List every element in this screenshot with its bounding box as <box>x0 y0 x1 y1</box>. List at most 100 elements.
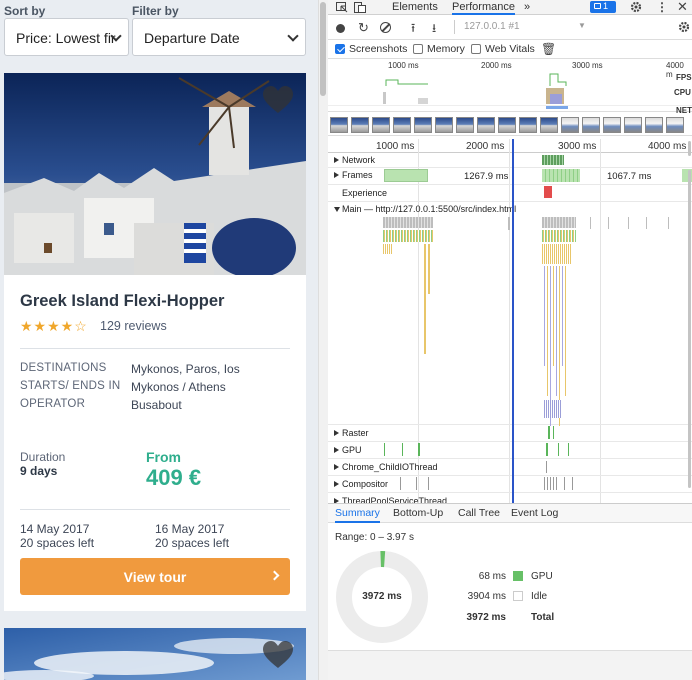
device-toolbar-icon[interactable] <box>354 2 366 13</box>
compositor-task[interactable] <box>416 477 417 490</box>
trash-icon[interactable]: 🗑 <box>541 42 556 56</box>
network-requests[interactable] <box>542 155 564 165</box>
task-bar[interactable] <box>646 217 647 229</box>
gpu-task[interactable] <box>568 443 569 456</box>
filmstrip-frame[interactable] <box>393 117 411 133</box>
track-network[interactable]: Network <box>342 155 375 165</box>
flame-task[interactable] <box>556 266 557 396</box>
expand-arrow-icon[interactable] <box>334 430 339 436</box>
reload-icon[interactable]: ↻ <box>358 20 369 36</box>
compositor-task[interactable] <box>428 477 429 490</box>
tab-summary[interactable]: Summary <box>335 507 380 523</box>
favorite-heart-icon[interactable] <box>262 640 294 670</box>
flame-task[interactable] <box>565 266 566 396</box>
collapse-arrow-icon[interactable] <box>334 207 340 212</box>
filmstrip-frame[interactable] <box>624 117 642 133</box>
task-bar[interactable] <box>590 217 591 229</box>
compositor-task[interactable] <box>544 477 558 490</box>
recording-select[interactable]: 127.0.0.1 #1 <box>464 21 520 32</box>
timeline-scrollbar-thumb[interactable] <box>688 141 691 156</box>
expand-arrow-icon[interactable] <box>334 157 339 163</box>
gpu-task[interactable] <box>402 443 403 456</box>
track-gpu[interactable]: GPU <box>342 445 362 455</box>
task-bar[interactable] <box>383 217 433 228</box>
page-scrollbar[interactable] <box>318 0 328 680</box>
flame-task[interactable] <box>547 266 548 396</box>
view-tour-button[interactable]: View tour <box>20 558 290 595</box>
filmstrip-frame[interactable] <box>351 117 369 133</box>
frame-block[interactable] <box>542 169 580 182</box>
screenshots-checkbox[interactable] <box>335 44 345 54</box>
expand-arrow-icon[interactable] <box>334 481 339 487</box>
task-bar[interactable] <box>608 217 609 229</box>
gpu-task[interactable] <box>418 443 420 456</box>
filmstrip-frame[interactable] <box>477 117 495 133</box>
track-experience[interactable]: Experience <box>342 188 387 198</box>
gpu-task[interactable] <box>384 443 385 456</box>
record-icon[interactable] <box>336 24 345 33</box>
web-vitals-checkbox[interactable] <box>471 44 481 54</box>
filmstrip-frame[interactable] <box>582 117 600 133</box>
inspect-element-icon[interactable] <box>336 2 348 13</box>
flame-task[interactable] <box>383 230 433 242</box>
filmstrip-frame[interactable] <box>540 117 558 133</box>
track-compositor[interactable]: Compositor <box>342 479 388 489</box>
capture-settings-gear-icon[interactable] <box>678 21 690 33</box>
kebab-menu-icon[interactable]: ⋮ <box>656 0 668 14</box>
timeline-scrollbar[interactable] <box>688 170 691 488</box>
gpu-task[interactable] <box>558 443 559 456</box>
frame-block[interactable] <box>384 169 428 182</box>
task-bar[interactable] <box>668 217 669 229</box>
upload-icon[interactable]: ⭱ <box>411 19 415 40</box>
download-icon[interactable]: ⭳ <box>432 19 436 40</box>
task-bar[interactable] <box>628 217 629 229</box>
expand-arrow-icon[interactable] <box>334 447 339 453</box>
filmstrip-frame[interactable] <box>645 117 663 133</box>
filmstrip-frame[interactable] <box>561 117 579 133</box>
flame-task[interactable] <box>428 244 430 294</box>
timeline-cursor[interactable] <box>512 139 514 503</box>
sort-select[interactable]: Price: Lowest fir <box>4 18 129 56</box>
compositor-task[interactable] <box>564 477 565 490</box>
filter-select[interactable]: Departure Date <box>132 18 306 56</box>
filmstrip-frame[interactable] <box>498 117 516 133</box>
compositor-task[interactable] <box>572 477 573 490</box>
io-task[interactable] <box>546 461 547 473</box>
raster-task[interactable] <box>553 426 554 439</box>
flame-task[interactable] <box>544 266 545 366</box>
expand-arrow-icon[interactable] <box>334 464 339 470</box>
tour-title[interactable]: Greek Island Flexi-Hopper <box>20 292 224 311</box>
flame-task[interactable] <box>544 400 562 418</box>
favorite-heart-icon[interactable] <box>262 85 294 115</box>
track-threadpool[interactable]: ThreadPoolServiceThread <box>342 496 447 503</box>
reviews-count[interactable]: 129 reviews <box>100 319 167 333</box>
flame-task[interactable] <box>542 244 572 264</box>
tab-elements[interactable]: Elements <box>392 1 438 13</box>
gpu-task[interactable] <box>546 443 548 456</box>
raster-task[interactable] <box>548 426 550 439</box>
filmstrip-frame[interactable] <box>435 117 453 133</box>
filmstrip-frame[interactable] <box>666 117 684 133</box>
flame-task[interactable] <box>383 244 393 254</box>
memory-checkbox[interactable] <box>413 44 423 54</box>
flame-task[interactable] <box>562 266 563 366</box>
gear-icon[interactable] <box>630 1 642 13</box>
track-main[interactable]: Main — http://127.0.0.1:5500/src/index.h… <box>342 204 516 214</box>
page-scrollbar-thumb[interactable] <box>320 2 326 96</box>
tab-performance[interactable]: Performance <box>452 1 515 15</box>
track-chrome-childio[interactable]: Chrome_ChildIOThread <box>342 462 438 472</box>
compositor-task[interactable] <box>400 477 401 490</box>
filmstrip-frame[interactable] <box>519 117 537 133</box>
filmstrip-frame[interactable] <box>456 117 474 133</box>
layout-shift-marker[interactable] <box>544 186 552 198</box>
track-frames[interactable]: Frames <box>342 170 373 180</box>
task-bar[interactable] <box>542 217 576 228</box>
filmstrip-frame[interactable] <box>603 117 621 133</box>
tab-bottom-up[interactable]: Bottom-Up <box>393 507 443 519</box>
flame-task[interactable] <box>553 266 554 366</box>
filmstrip-frame[interactable] <box>372 117 390 133</box>
more-tabs-button[interactable]: » <box>524 1 530 13</box>
tab-event-log[interactable]: Event Log <box>511 507 558 519</box>
filmstrip-frame[interactable] <box>330 117 348 133</box>
task-bar[interactable] <box>508 217 510 230</box>
